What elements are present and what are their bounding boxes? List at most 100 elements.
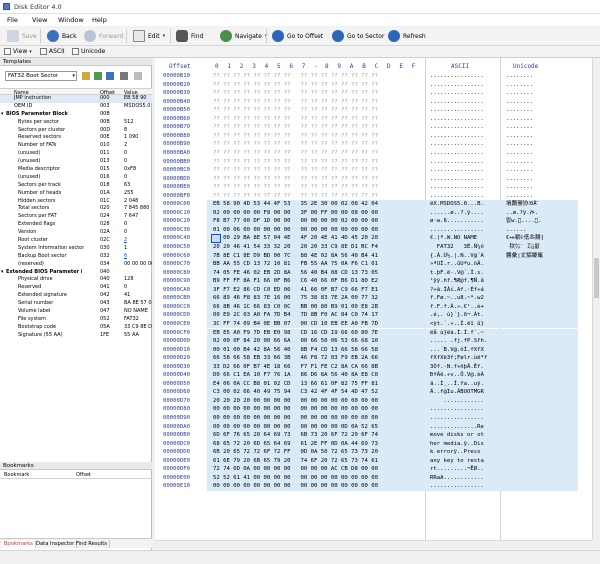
hex-row[interactable]: 00000D70 20 20 20 20 00 00 00 00 00 00 00… (155, 397, 600, 406)
hex-row[interactable]: 00000CC0 66 8B 46 1C 66 83 C0 0C BB 00 80… (155, 303, 600, 312)
template-select[interactable]: FAT32 Boot Sector ▾ (5, 71, 77, 81)
hex-row[interactable]: 00000DF0 72 74 0D 0A 00 00 00 00 00 00 00… (155, 465, 600, 474)
template-field-row[interactable]: Number of heads 01A 255 (0, 190, 152, 198)
template-field-row[interactable]: Total sectors 020 7 845 880 (0, 205, 152, 213)
template-field-row[interactable]: (unused) 011 0 (0, 150, 152, 158)
template-folder-icon[interactable] (82, 72, 90, 80)
template-field-row[interactable]: Sectors per cluster 00D 8 (0, 127, 152, 135)
view-dropdown[interactable]: View ▾ (4, 48, 32, 55)
scrollbar-thumb[interactable] (594, 258, 599, 298)
hex-row[interactable]: 00000CF0 EB E5 A0 F9 7D EB E0 98 CD 16 CD… (155, 329, 600, 338)
hex-row[interactable]: 00000D60 C3 00 02 66 40 49 75 94 C3 42 4F… (155, 388, 600, 397)
template-settings-icon[interactable] (120, 72, 128, 80)
template-field-row[interactable]: Media descriptor 015 0xF8 (0, 166, 152, 174)
horizontal-scrollbar[interactable] (155, 540, 592, 548)
hex-row[interactable]: 00000B90 ?? ?? ?? ?? ?? ?? ?? ?? ?? ?? ??… (155, 140, 600, 149)
byte-cursor[interactable] (211, 234, 221, 243)
tab-find-results[interactable]: Find Results (74, 540, 110, 548)
template-field-row[interactable]: Backup Boot sector 032 6 (0, 253, 152, 261)
navigate-button[interactable]: Navigate ▾ (220, 28, 267, 44)
menu-view[interactable]: View (32, 16, 47, 24)
template-close-icon[interactable] (134, 72, 142, 80)
hex-row[interactable]: 00000C40 80 00 29 BA 8E 57 04 4E 4F 20 4E… (155, 234, 600, 243)
hex-row[interactable]: 00000CB0 66 89 46 F8 83 7E 16 00 75 38 83… (155, 294, 600, 303)
template-field-row[interactable]: Sectors per FAT 024 7 647 (0, 213, 152, 221)
hex-row[interactable]: 00000B60 ?? ?? ?? ?? ?? ?? ?? ?? ?? ?? ??… (155, 115, 600, 124)
menu-help[interactable]: Help (92, 16, 107, 24)
hex-row[interactable]: 00000BC0 ?? ?? ?? ?? ?? ?? ?? ?? ?? ?? ??… (155, 166, 600, 175)
template-field-row[interactable]: Extended flags 028 0 (0, 221, 152, 229)
hex-row[interactable]: 00000BD0 ?? ?? ?? ?? ?? ?? ?? ?? ?? ?? ??… (155, 175, 600, 184)
hex-row[interactable]: 00000E10 00 00 00 00 00 00 00 00 00 00 00… (155, 482, 600, 491)
forward-button[interactable]: Forward (84, 28, 123, 44)
hex-view[interactable]: Offset 0 1 2 3 4 5 6 7-8 9 A B C D E F ASCII Unicode 0000… (155, 58, 600, 540)
template-field-row[interactable]: Reserved 041 0 (0, 284, 152, 292)
chevron-down-icon[interactable]: ▾ (1, 111, 4, 119)
template-field-row[interactable]: Number of FATs 010 2 (0, 142, 152, 150)
hex-row[interactable]: 00000B70 ?? ?? ?? ?? ?? ?? ?? ?? ?? ?? ??… (155, 123, 600, 132)
hex-row[interactable]: 00000D90 00 00 00 00 00 00 00 00 00 00 00… (155, 414, 600, 423)
hex-row[interactable]: 00000D80 00 00 00 00 00 00 00 00 00 00 00… (155, 405, 600, 414)
back-button[interactable]: Back (47, 28, 77, 44)
goto-sector-button[interactable]: Go to Sector (332, 28, 384, 44)
hex-row[interactable]: 00000D00 02 00 0F 84 20 00 66 6A 00 66 50… (155, 337, 600, 346)
hex-row[interactable]: 00000C80 74 05 FE 46 02 EB 2D 8A 56 40 B4… (155, 269, 600, 278)
hex-row[interactable]: 00000CD0 00 E9 2C 03 A0 FA 7D B4 7D 8B F0… (155, 311, 600, 320)
template-field-row[interactable]: Signature (55 AA) 1FE 55 AA (0, 332, 152, 340)
hex-row[interactable]: 00000DA0 00 00 00 00 00 00 00 00 00 00 00… (155, 423, 600, 432)
hex-row[interactable]: 00000B20 ?? ?? ?? ?? ?? ?? ?? ?? ?? ?? ??… (155, 81, 600, 90)
hex-row[interactable]: 00000D30 33 D2 66 0F B7 4E 18 66 F7 F1 FE… (155, 363, 600, 372)
hex-row[interactable]: 00000B40 ?? ?? ?? ?? ?? ?? ?? ?? ?? ?? ??… (155, 98, 600, 107)
hex-row[interactable]: 00000BB0 ?? ?? ?? ?? ?? ?? ?? ?? ?? ?? ??… (155, 158, 600, 167)
hex-row[interactable]: 00000B30 ?? ?? ?? ?? ?? ?? ?? ?? ?? ?? ??… (155, 89, 600, 98)
template-field-row[interactable]: (reserved) 034 00 00 00 00 (0, 261, 152, 269)
hex-row[interactable]: 00000D20 66 58 66 58 EB 33 66 3B 46 F8 72… (155, 354, 600, 363)
hex-row[interactable]: 00000D10 00 01 00 B4 42 8A 56 40 8B F4 CD… (155, 346, 600, 355)
vertical-scrollbar[interactable] (592, 58, 600, 540)
template-field-row[interactable]: Reserved sectors 00E 1 090 (0, 134, 152, 142)
hex-row[interactable]: 00000D40 D0 66 C1 EA 10 F7 76 1A 86 D6 8A… (155, 371, 600, 380)
template-field-row[interactable]: Hidden sectors 01C 2 048 (0, 198, 152, 206)
template-field-row[interactable]: System Information sector 030 1 (0, 245, 152, 253)
column-header-offset[interactable]: Offset (76, 472, 91, 478)
hex-row[interactable]: 00000C30 01 00 06 00 00 00 00 00 00 00 00… (155, 226, 600, 235)
hex-row[interactable]: 00000DB0 6D 6F 76 65 20 64 69 73 6B 73 20… (155, 431, 600, 440)
menu-file[interactable]: File (7, 16, 18, 24)
hex-row[interactable]: 00000C70 BB AA 55 CD 13 72 10 81 FB 55 AA… (155, 260, 600, 269)
chevron-down-icon[interactable]: ▾ (1, 269, 4, 277)
goto-offset-button[interactable]: Go to Offset (272, 28, 323, 44)
save-button[interactable]: Save (7, 28, 37, 44)
template-field-row[interactable]: Extended signature 042 41 (0, 292, 152, 300)
hex-row[interactable]: 00000C50 20 20 46 41 54 33 32 20 20 20 33… (155, 243, 600, 252)
edit-button[interactable]: Edit ▾ (133, 28, 165, 44)
hex-row[interactable]: 00000DE0 61 6E 79 20 6B 65 79 20 74 6F 20… (155, 457, 600, 466)
hex-row[interactable]: 00000DC0 68 65 72 20 6D 65 64 69 61 2E FF… (155, 440, 600, 449)
hex-row[interactable]: 00000CA0 3F F7 E2 86 CD C0 ED 06 41 66 0F… (155, 286, 600, 295)
template-field-row[interactable]: OEM ID 003 MSDOS5.0 (0, 103, 152, 111)
template-field-row[interactable]: Volume label 047 NO NAME (0, 308, 152, 316)
refresh-button[interactable]: Refresh (388, 28, 426, 44)
find-button[interactable]: Find (176, 28, 203, 44)
hex-row[interactable]: 00000BA0 ?? ?? ?? ?? ?? ?? ?? ?? ?? ?? ??… (155, 149, 600, 158)
template-field-row[interactable]: Serial number 043 BA 8E 57 04 (0, 300, 152, 308)
tab-data-inspector[interactable]: Data Inspector (34, 540, 77, 548)
hex-row[interactable]: 00000C60 7B 8E C1 8E D9 BD 00 7C 88 4E 02… (155, 252, 600, 261)
hex-row[interactable]: 00000B80?? ?? ?? ?? ?? ?? ?? ?? ?? ?? ??… (155, 132, 600, 141)
hex-row[interactable]: 00000C10 02 00 00 00 00 F8 00 00 3F 00 FF… (155, 209, 600, 218)
hex-row[interactable]: 00000DD0 6B 20 65 72 72 6F 72 FF 0D 0A 50… (155, 448, 600, 457)
template-field-row[interactable]: (unused) 013 0 (0, 158, 152, 166)
template-field-row[interactable]: Version 02A 0 (0, 229, 152, 237)
template-sync-icon[interactable] (106, 72, 114, 80)
hex-row[interactable]: 00000C20 F8 B7 77 00 DF 1D 00 00 00 00 00… (155, 217, 600, 226)
template-field-row[interactable]: Root cluster 02C 2 (0, 237, 152, 245)
template-field-row[interactable]: (unused) 016 0 (0, 174, 152, 182)
template-field-row[interactable]: File system 052 FAT32 (0, 316, 152, 324)
template-field-row[interactable]: Bytes per sector 00B 512 (0, 119, 152, 127)
template-section-row[interactable]: ▾Extended BIOS Parameter Block040 (0, 269, 152, 277)
template-section-row[interactable]: ▾ BIOS Parameter Block 00B (0, 111, 152, 119)
hex-row[interactable]: 00000BF0 ?? ?? ?? ?? ?? ?? ?? ?? ?? ?? ??… (155, 192, 600, 201)
column-header-bookmark[interactable]: Bookmark (4, 472, 29, 478)
template-down-icon[interactable] (94, 72, 102, 80)
template-field-row[interactable]: Sectors per track 018 63 (0, 182, 152, 190)
hex-row[interactable]: 00000E00 52 52 61 41 00 00 00 00 00 00 00… (155, 474, 600, 483)
